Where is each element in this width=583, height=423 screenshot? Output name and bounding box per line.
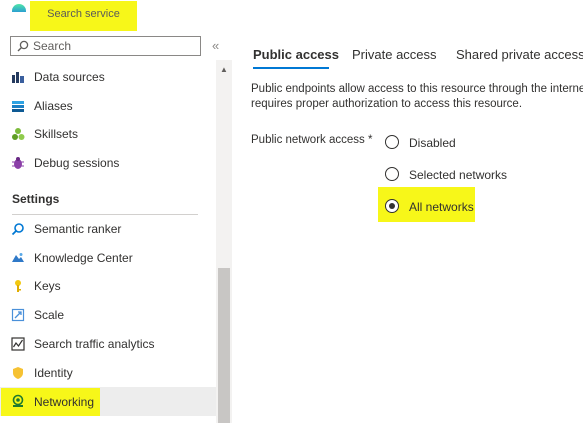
service-title: Search service [47,8,120,20]
knowledge-center-icon [12,253,24,262]
radio-label: Selected networks [409,168,508,182]
tab-public-access[interactable]: Public access [253,47,339,62]
key-icon [15,280,21,292]
nav-item-label: Networking [34,395,95,409]
nav-item-label: Identity [34,366,73,380]
radio-button[interactable] [385,135,399,149]
nav-item-search-traffic-analytics[interactable]: Search traffic analytics [0,331,216,357]
nav-item-data-sources[interactable]: Data sources [0,64,216,90]
public-network-access-label: Public network access * [251,134,373,146]
radio-button[interactable] [385,167,399,181]
description-line: Public endpoints allow access to this re… [251,83,583,95]
scrollbar-thumb[interactable] [218,268,230,423]
collapse-menu-button[interactable]: « [212,38,219,53]
nav-item-label: Skillsets [34,127,79,141]
active-tab-indicator [253,67,329,69]
semantic-ranker-icon [11,223,24,236]
nav-item-label: Aliases [34,99,73,113]
analytics-icon [11,337,25,351]
description-line: requires proper authorization to access … [251,98,523,110]
skillsets-icon [12,128,25,140]
nav-item-networking[interactable]: Networking [0,387,216,416]
tab-shared-private-access[interactable]: Shared private access [456,47,583,62]
nav-item-aliases[interactable]: Aliases [0,93,216,119]
search-service-logo [12,4,26,12]
resource-menu: Search service « Data sources Aliases Sk… [0,0,240,423]
identity-icon [13,367,23,379]
section-divider [12,214,198,215]
nav-item-skillsets[interactable]: Skillsets [0,121,216,147]
nav-item-scale[interactable]: Scale [0,302,216,328]
data-sources-icon [12,72,24,83]
menu-search-box[interactable] [10,36,201,56]
networking-icon [12,394,24,407]
settings-section-header: Settings [12,192,60,206]
networking-content: Public access Private access Shared priv… [240,0,583,423]
nav-item-knowledge-center[interactable]: Knowledge Center [0,245,216,271]
aliases-icon [12,101,24,112]
nav-item-label: Search traffic analytics [34,337,155,351]
nav-item-label: Scale [34,308,65,322]
menu-search-input[interactable] [33,38,193,54]
nav-item-debug-sessions[interactable]: Debug sessions [0,150,216,176]
radio-selected-dot [388,202,395,209]
public-access-description: Public endpoints allow access to this re… [251,82,583,112]
tab-private-access[interactable]: Private access [352,47,437,62]
nav-item-semantic-ranker[interactable]: Semantic ranker [0,216,216,242]
menu-scrollbar[interactable]: ▲ [216,60,232,423]
radio-label: Disabled [409,136,456,150]
debug-sessions-icon [12,157,24,169]
nav-item-identity[interactable]: Identity [0,360,216,386]
nav-item-keys[interactable]: Keys [0,273,216,299]
nav-item-label: Knowledge Center [34,251,133,265]
radio-label: All networks [409,200,474,214]
search-icon [17,40,29,52]
nav-item-label: Data sources [34,70,105,84]
nav-item-label: Semantic ranker [34,222,122,236]
nav-item-label: Debug sessions [34,156,120,170]
radio-button-selected[interactable] [385,199,399,213]
nav-item-label: Keys [34,279,61,293]
scale-icon [11,308,25,322]
scroll-up-arrow[interactable]: ▲ [220,65,228,74]
